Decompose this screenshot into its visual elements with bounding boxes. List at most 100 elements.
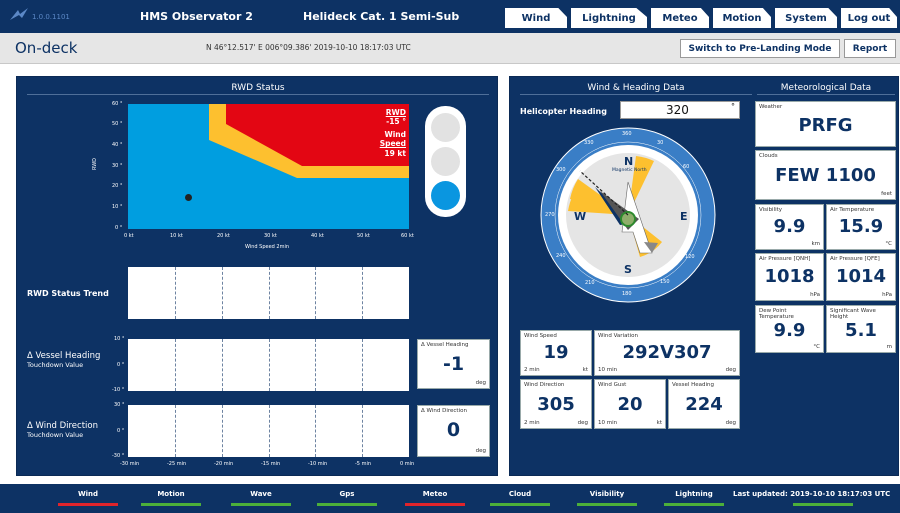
ytick: 0 ° — [117, 362, 125, 368]
status-wind: Wind — [77, 490, 99, 498]
grid-line — [221, 339, 223, 391]
box-label: Wind Gust — [598, 382, 627, 388]
nav-label: System — [785, 12, 827, 24]
rwd-zones — [209, 104, 409, 178]
box-label: Dew Point Temperature — [759, 308, 794, 321]
wind-meteo-panel: Wind & Heading Data Meteorological Data … — [509, 76, 899, 476]
visibility-box: Visibility 9.9 km — [755, 204, 824, 250]
grid-line — [362, 267, 364, 319]
heli-heading-unit: ° — [731, 102, 735, 111]
grid-line — [221, 405, 223, 457]
nav-label: Lightning — [582, 12, 636, 24]
box-value: 9.9 — [773, 216, 806, 237]
wind-dir-value-box: Δ Wind Direction 0 deg — [417, 405, 490, 457]
light-red — [431, 113, 460, 142]
dew-point-box: Dew Point Temperature 9.9 °C — [755, 305, 824, 353]
vessel-heading-label: Δ Vessel Heading — [27, 351, 101, 361]
switch-mode-button[interactable]: Switch to Pre-Landing Mode — [680, 39, 840, 58]
nav-label: Wind — [521, 12, 551, 24]
status-traffic-light — [425, 106, 466, 217]
ytick: 20 ° — [112, 183, 123, 189]
report-label: Report — [852, 43, 888, 54]
compass-magnetic: Magnetic North — [612, 168, 647, 173]
ytick: -30 ° — [112, 453, 125, 459]
compass-n: N — [624, 155, 634, 168]
box-unit: °C — [813, 344, 820, 350]
box-unit: deg — [475, 380, 486, 386]
box-unit: feet — [881, 191, 892, 197]
status-visibility: Visibility — [589, 490, 625, 498]
compass-deg: 150 — [660, 279, 670, 285]
box-unit: deg — [725, 420, 736, 426]
title-divider — [520, 94, 752, 95]
status-motion: Motion — [157, 490, 185, 498]
nav-lightning-button[interactable]: Lightning — [571, 8, 647, 28]
box-unit: deg — [577, 420, 588, 426]
heli-heading-value: 320 — [666, 103, 689, 117]
box-sub: 2 min — [524, 367, 540, 373]
page-title: On-deck — [15, 39, 78, 57]
ytick: 60 ° — [112, 101, 123, 107]
vessel-heading-chart — [128, 339, 409, 391]
box-label: Wind Speed — [524, 333, 557, 339]
box-label: Significant Wave Height — [830, 308, 876, 321]
status-indicator — [317, 503, 377, 506]
report-button[interactable]: Report — [844, 39, 896, 58]
grid-line — [362, 339, 364, 391]
box-value: FEW 1100 — [775, 165, 876, 186]
status-cloud: Cloud — [508, 490, 532, 498]
nav-wind-button[interactable]: Wind — [505, 8, 567, 28]
grid-line — [221, 267, 223, 319]
grid-line — [174, 267, 176, 319]
ytick: 10 ° — [114, 336, 125, 342]
status-lightning: Lightning — [675, 490, 713, 498]
compass-deg: 180 — [622, 291, 632, 297]
status-indicator — [490, 503, 550, 506]
page-header: On-deck N 46°12.517' E 006°09.386' 2019-… — [0, 33, 900, 64]
light-blue — [431, 181, 460, 210]
last-updated-indicator — [793, 503, 853, 506]
box-value: 292V307 — [622, 342, 712, 363]
rwd-title: RWD Status — [231, 83, 285, 93]
box-unit: °C — [885, 241, 892, 247]
wind-dir-chart — [128, 405, 409, 457]
title-divider — [27, 94, 489, 95]
vessel-heading-sub: Touchdown Value — [27, 361, 84, 369]
vessel-heading-value-box: Δ Vessel Heading -1 deg — [417, 339, 490, 389]
ytick: 10 ° — [112, 204, 123, 210]
rwd-ylabel: RWD — [92, 157, 99, 171]
rwd-readout: RWD -15 ° Wind Speed 19 kt — [372, 108, 406, 158]
compass-rose-icon — [540, 127, 716, 303]
rwd-xlabel: Wind Speed 2min — [245, 244, 290, 250]
rwd-chart: RWD -15 ° Wind Speed 19 kt — [128, 104, 409, 229]
title-divider — [757, 94, 895, 95]
nav-motion-button[interactable]: Motion — [713, 8, 771, 28]
box-label: Visibility — [759, 207, 783, 213]
box-sub: 10 min — [598, 420, 618, 426]
ytick: 0 ° — [117, 428, 125, 434]
box-unit: m — [886, 344, 892, 350]
compass-deg: 240 — [556, 253, 566, 259]
grid-line — [174, 405, 176, 457]
switch-mode-label: Switch to Pre-Landing Mode — [688, 43, 832, 54]
status-bar: Wind Motion Wave Gps Meteo Cloud Visibil… — [0, 484, 900, 513]
xtick: 30 kt — [264, 233, 277, 239]
qfe-box: Air Pressure [QFE] 1014 hPa — [826, 253, 896, 301]
box-label: Air Pressure [QNH] — [759, 256, 811, 262]
nav-logout-button[interactable]: Log out — [841, 8, 897, 28]
wind-dir-label: Δ Wind Direction — [27, 421, 98, 431]
status-indicator — [405, 503, 465, 506]
status-indicator — [58, 503, 118, 506]
grid-line — [315, 267, 317, 319]
wind-heading-title: Wind & Heading Data — [587, 83, 685, 93]
xtick: 60 kt — [401, 233, 414, 239]
heli-heading-input[interactable]: 320 ° — [620, 101, 740, 119]
nav-label: Log out — [847, 12, 891, 24]
nav-system-button[interactable]: System — [775, 8, 837, 28]
vessel-heading-title: Δ Vessel Heading Touchdown Value — [27, 351, 100, 369]
position-timestamp: N 46°12.517' E 006°09.386' 2019-10-10 18… — [206, 43, 411, 52]
box-value: 0 — [446, 419, 461, 441]
weather-box: Weather PRFG — [755, 101, 896, 147]
box-label: Wind Direction — [524, 382, 565, 388]
nav-meteo-button[interactable]: Meteo — [651, 8, 709, 28]
